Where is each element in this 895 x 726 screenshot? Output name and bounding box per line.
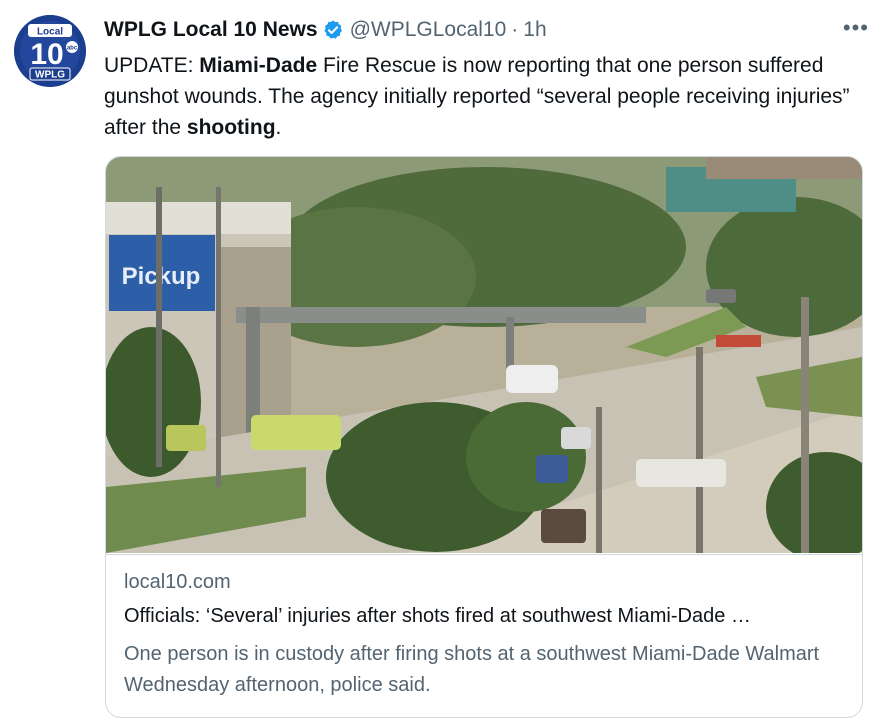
tweet-text-segment: . [275, 116, 282, 139]
tweet-text-hashtag-miami-dade: Miami-Dade [199, 54, 318, 77]
tweet-header: WPLG Local 10 News @WPLGLocal10 · 1h ••• [104, 16, 875, 44]
link-card[interactable]: Pickup [105, 156, 863, 718]
display-name[interactable]: WPLG Local 10 News [104, 18, 318, 42]
avatar-top-text: Local [37, 27, 63, 38]
card-domain: local10.com [124, 571, 231, 593]
separator-dot: · [511, 18, 519, 41]
avatar-number: 10 [30, 38, 63, 71]
avatar[interactable]: Local 10 abc WPLG [14, 15, 86, 87]
tweet-text-hashtag-shooting: shooting [186, 116, 276, 139]
card-title: Officials: ‘Several’ injuries after shot… [124, 605, 751, 627]
verified-badge-icon[interactable] [322, 19, 344, 41]
timestamp[interactable]: 1h [523, 18, 546, 42]
card-image[interactable]: Pickup [106, 157, 862, 553]
tweet[interactable]: Local 10 abc WPLG WPLG Local 10 News @WP… [0, 0, 895, 726]
user-handle[interactable]: @WPLGLocal10 [350, 18, 507, 42]
card-description: One person is in custody after firing sh… [124, 643, 820, 696]
tweet-text: UPDATE: Miami-Dade Fire Rescue is now re… [104, 50, 864, 143]
avatar-network-text: abc [67, 46, 78, 52]
tweet-text-segment: UPDATE: [104, 54, 200, 77]
more-horizontal-icon[interactable]: ••• [843, 16, 869, 40]
avatar-bottom-text: WPLG [35, 70, 65, 81]
card-meta[interactable]: local10.com Officials: ‘Several’ injurie… [106, 554, 862, 717]
